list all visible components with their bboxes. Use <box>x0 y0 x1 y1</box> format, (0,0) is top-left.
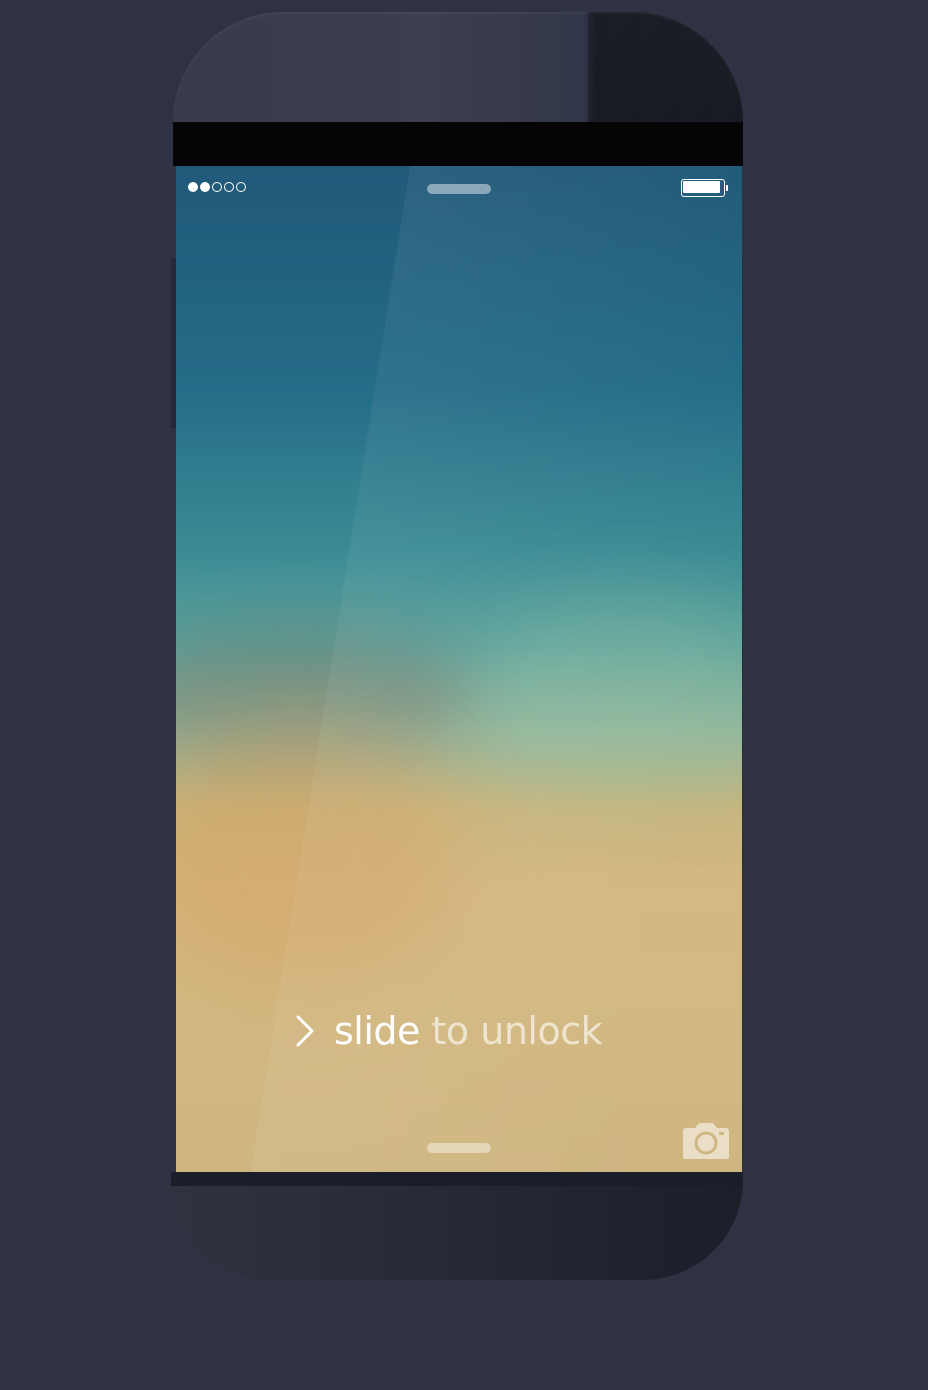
slide-to-unlock-label: slide to unlock <box>334 1009 603 1053</box>
signal-dot-empty <box>236 182 246 192</box>
top-grabber-pill[interactable] <box>427 184 491 194</box>
bottom-grabber-pill[interactable] <box>427 1143 491 1153</box>
lock-screen: slide to unlock <box>176 166 742 1172</box>
phone-top-sheen <box>588 12 743 122</box>
camera-icon[interactable] <box>681 1121 731 1161</box>
battery-icon <box>681 179 729 197</box>
battery-level <box>683 181 720 193</box>
signal-dot-filled <box>188 182 198 192</box>
to-unlock-words: to unlock <box>431 1009 603 1053</box>
signal-dots-icon <box>188 182 246 194</box>
signal-dot-empty <box>212 182 222 192</box>
slide-word: slide <box>334 1009 420 1053</box>
chevron-right-icon <box>296 1015 314 1047</box>
phone-top-bezel <box>173 122 743 166</box>
signal-dot-empty <box>224 182 234 192</box>
signal-dot-filled <box>200 182 210 192</box>
phone-bottom-cap <box>171 1172 743 1280</box>
slide-to-unlock[interactable]: slide to unlock <box>290 1006 603 1056</box>
